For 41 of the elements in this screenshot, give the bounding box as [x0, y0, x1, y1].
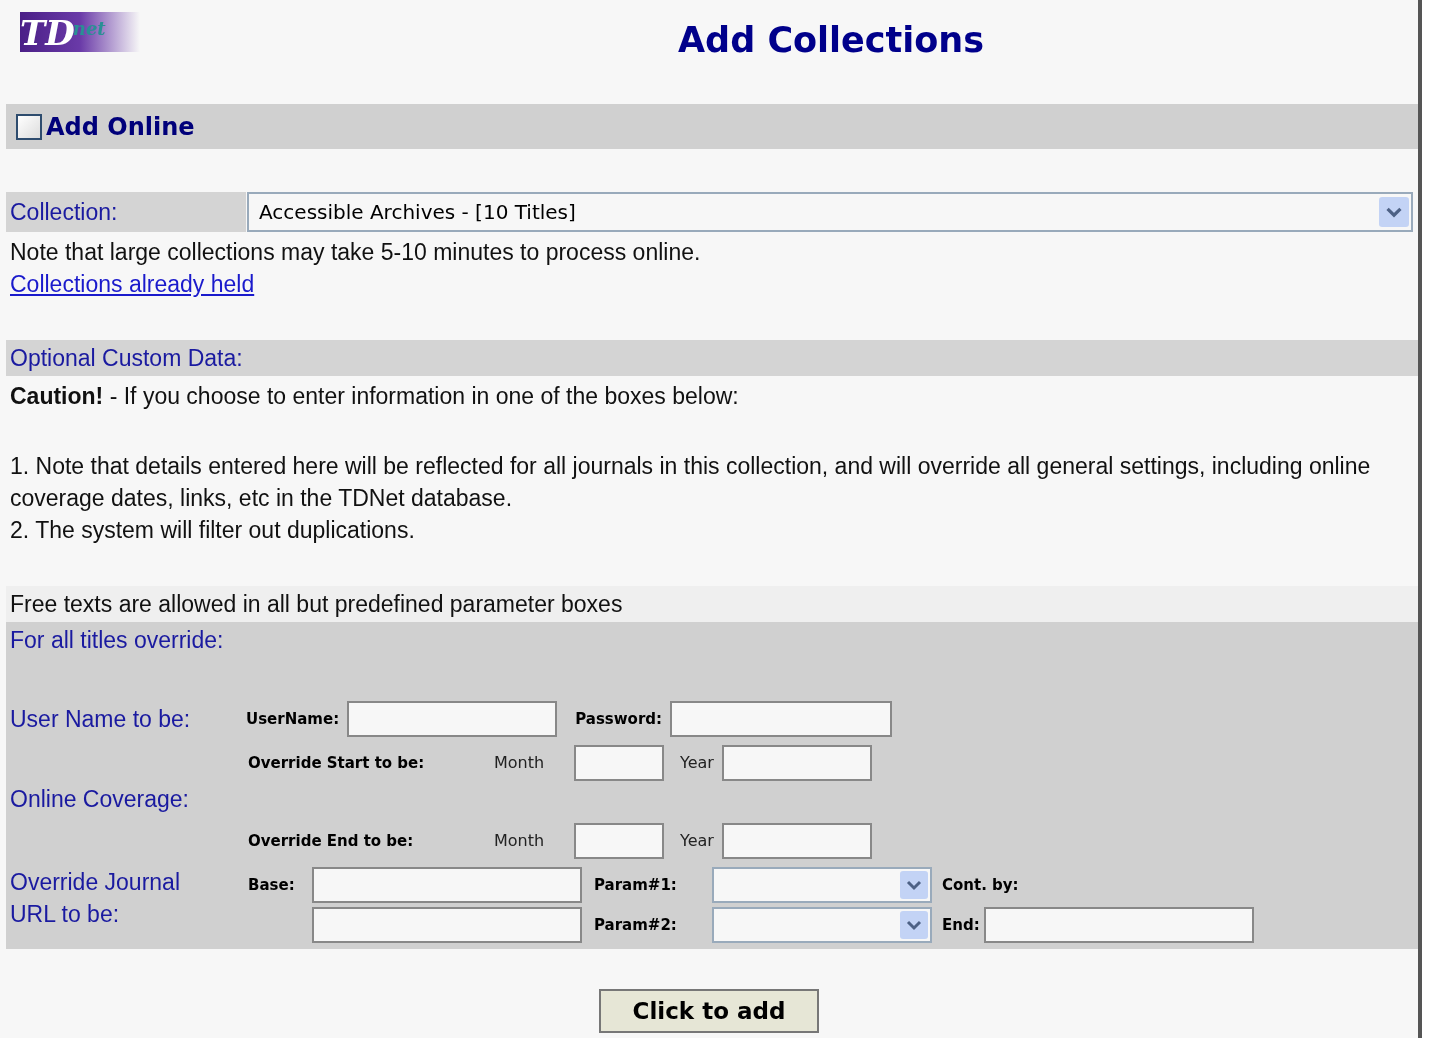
field-label: User Name to be: — [10, 705, 192, 734]
text-field[interactable] — [721, 823, 872, 859]
field-label: Base: — [247, 874, 296, 896]
add-button[interactable]: Click to add — [599, 989, 819, 1033]
field-label: Param#2: — [593, 914, 678, 936]
note-text: 1. Note that details entered here will be reflected for all journals in this collection, and will override all general settings, including online coverage dates, links, etc in the TDNet database. — [9, 452, 1372, 513]
field-label: Override End to be: — [247, 830, 415, 852]
field-label: Override Journal URL to be: — [10, 868, 182, 929]
text-field[interactable] — [347, 701, 558, 737]
text-field[interactable] — [312, 867, 582, 903]
text-field[interactable] — [574, 823, 664, 859]
field-label: Override Start to be: — [247, 752, 426, 774]
field-label: Collection: — [6, 192, 246, 232]
text-field[interactable] — [312, 907, 582, 943]
checkbox[interactable] — [16, 113, 42, 140]
field-label: Year — [680, 752, 714, 774]
field-label: Online Coverage: — [10, 785, 189, 814]
dropdown[interactable] — [712, 907, 932, 943]
note-text: 2. The system will filter out duplications. — [9, 516, 416, 545]
field-label: Year — [680, 830, 714, 852]
note-text: Free texts are allowed in all but predefined parameter boxes — [6, 586, 1418, 622]
field-label: UserName: — [246, 708, 340, 730]
section-header: Optional Custom Data: — [6, 340, 1418, 376]
checkbox-label: Add Online — [46, 111, 195, 143]
field-label: Month — [494, 830, 546, 852]
text-field[interactable] — [574, 745, 664, 781]
field-label: Password: — [575, 708, 663, 730]
field-label: Param#1: — [593, 874, 678, 896]
text-field[interactable] — [670, 701, 893, 737]
dropdown[interactable]: Accessible Archives - [10 Titles] — [247, 192, 1413, 232]
dropdown[interactable] — [712, 867, 932, 903]
field-label: For all titles override: — [10, 626, 225, 655]
link[interactable]: Collections already held — [10, 271, 255, 297]
field-label: End: — [942, 914, 980, 936]
page-title: Add Collections — [678, 19, 985, 62]
text-field[interactable] — [721, 745, 872, 781]
field-label: Cont. by: — [942, 874, 1019, 896]
caution-text: Caution! - If you choose to enter information in one of the boxes below: — [9, 382, 740, 411]
field-label: Month — [494, 752, 546, 774]
text-field[interactable] — [983, 907, 1254, 943]
note-text: Note that large collections may take 5-10 minutes to process online. — [9, 238, 702, 267]
